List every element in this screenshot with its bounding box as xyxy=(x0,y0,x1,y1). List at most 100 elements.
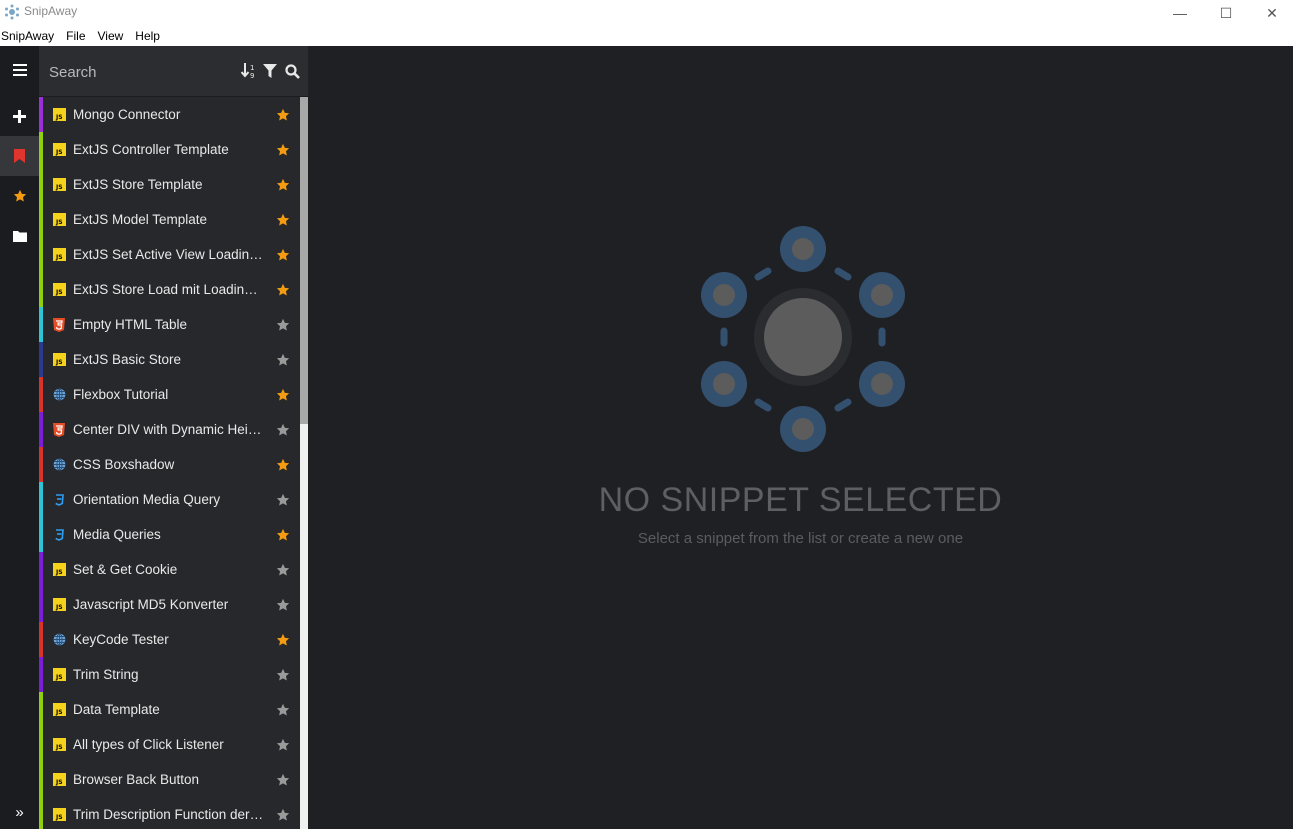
svg-text:JS: JS xyxy=(55,184,63,191)
menu-view[interactable]: View xyxy=(92,26,130,46)
favorite-star-icon[interactable] xyxy=(276,248,290,262)
snippet-list-item[interactable]: JS All types of Click Listener xyxy=(39,727,300,762)
menu-snipaway[interactable]: SnipAway xyxy=(0,26,60,46)
language-icon: JS xyxy=(52,703,66,717)
snippet-name: Browser Back Button xyxy=(73,772,200,787)
favorite-star-icon[interactable] xyxy=(276,283,290,297)
favorite-star-icon[interactable] xyxy=(276,598,290,612)
svg-text:JS: JS xyxy=(55,149,63,156)
snippet-name: All types of Click Listener xyxy=(73,737,224,752)
snippet-list-item[interactable]: JS ExtJS Set Active View Loading Mask xyxy=(39,237,300,272)
snippet-list: JS Mongo Connector JS ExtJS Controller Temp… xyxy=(39,97,300,829)
favorite-star-icon[interactable] xyxy=(276,353,290,367)
snippet-name: Empty HTML Table xyxy=(73,317,188,332)
snippet-list-item[interactable]: JS Data Template xyxy=(39,692,300,727)
filter-icon xyxy=(263,64,277,78)
favorite-star-icon[interactable] xyxy=(276,668,290,682)
all-snippets-button[interactable] xyxy=(0,136,39,176)
css3-icon xyxy=(55,528,64,541)
add-snippet-button[interactable] xyxy=(0,96,39,136)
globe-icon xyxy=(53,388,65,401)
globe-icon xyxy=(53,633,65,646)
search-button[interactable] xyxy=(284,63,300,79)
menu-help[interactable]: Help xyxy=(129,26,166,46)
empty-state-subtitle: Select a snippet from the list or create… xyxy=(637,530,964,547)
favorite-star-icon[interactable] xyxy=(276,423,290,437)
search-input[interactable] xyxy=(39,54,229,90)
snippet-list-item[interactable]: JS Set & Get Cookie xyxy=(39,552,300,587)
favorite-star-icon[interactable] xyxy=(276,143,290,157)
snippet-list-scrollbar[interactable] xyxy=(300,97,308,829)
maximize-button[interactable]: ☐ xyxy=(1203,0,1249,26)
html5-icon xyxy=(53,317,65,332)
snippet-list-item[interactable]: JS Trim String xyxy=(39,657,300,692)
folders-button[interactable] xyxy=(0,216,39,256)
favorite-star-icon[interactable] xyxy=(276,633,290,647)
language-icon: JS xyxy=(52,213,66,227)
favorite-star-icon[interactable] xyxy=(276,563,290,577)
snippet-name: CSS Boxshadow xyxy=(73,457,175,472)
favorite-star-icon[interactable] xyxy=(276,493,290,507)
snippet-list-item[interactable]: JS ExtJS Controller Template xyxy=(39,132,300,167)
favorite-star-icon[interactable] xyxy=(276,178,290,192)
favorite-star-icon[interactable] xyxy=(276,108,290,122)
snippet-list-item[interactable]: Flexbox Tutorial xyxy=(39,377,300,412)
favorite-star-icon[interactable] xyxy=(276,773,290,787)
favorite-star-icon[interactable] xyxy=(276,318,290,332)
minimize-icon: — xyxy=(1173,5,1187,21)
favorite-star-icon[interactable] xyxy=(276,458,290,472)
snippet-list-item[interactable]: JS ExtJS Store Load mit Loading Mask xyxy=(39,272,300,307)
favorite-star-icon[interactable] xyxy=(276,213,290,227)
snippet-list-item[interactable]: JS Trim Description Function der Cards xyxy=(39,797,300,829)
svg-text:JS: JS xyxy=(55,779,63,786)
globe-icon xyxy=(53,458,65,471)
javascript-icon: JS xyxy=(52,143,66,156)
minimize-button[interactable]: — xyxy=(1157,0,1203,26)
add-icon xyxy=(13,109,26,123)
snippet-list-item[interactable]: CSS Boxshadow xyxy=(39,447,300,482)
favorites-button[interactable] xyxy=(0,176,39,216)
folder-icon xyxy=(12,231,27,242)
favorite-star-icon[interactable] xyxy=(276,738,290,752)
snippet-list-item[interactable]: Center DIV with Dynamic Height xyxy=(39,412,300,447)
javascript-icon: JS xyxy=(52,703,66,716)
search-bar: 1 9 xyxy=(39,46,308,97)
favorite-star-icon[interactable] xyxy=(276,703,290,717)
snippet-list-item[interactable]: Empty HTML Table xyxy=(39,307,300,342)
language-icon: JS xyxy=(52,563,66,577)
svg-text:JS: JS xyxy=(55,744,63,751)
snippet-list-item[interactable]: JS Javascript MD5 Konverter xyxy=(39,587,300,622)
sort-button[interactable]: 1 9 xyxy=(240,63,256,79)
snippet-name: Mongo Connector xyxy=(73,107,181,122)
favorite-star-icon[interactable] xyxy=(276,808,290,822)
snippet-list-item[interactable]: JS Mongo Connector xyxy=(39,97,300,132)
snippet-list-item[interactable]: Orientation Media Query xyxy=(39,482,300,517)
menu-file[interactable]: File xyxy=(60,26,91,46)
window-title: SnipAway xyxy=(24,4,78,18)
language-icon: JS xyxy=(52,598,66,612)
snippet-list-item[interactable]: KeyCode Tester xyxy=(39,622,300,657)
language-icon: JS xyxy=(52,808,66,822)
svg-text:JS: JS xyxy=(55,814,63,821)
svg-text:JS: JS xyxy=(55,254,63,261)
snippet-list-item[interactable]: Media Queries xyxy=(39,517,300,552)
hamburger-menu-button[interactable] xyxy=(0,50,39,90)
javascript-icon: JS xyxy=(52,108,66,121)
favorite-star-icon[interactable] xyxy=(276,528,290,542)
snippet-list-item[interactable]: JS ExtJS Model Template xyxy=(39,202,300,237)
favorite-star-icon[interactable] xyxy=(276,388,290,402)
snippet-list-item[interactable]: JS ExtJS Basic Store xyxy=(39,342,300,377)
filter-button[interactable] xyxy=(262,63,278,79)
snippet-list-item[interactable]: JS Browser Back Button xyxy=(39,762,300,797)
snippet-list-item[interactable]: JS ExtJS Store Template xyxy=(39,167,300,202)
language-icon xyxy=(52,317,66,332)
close-button[interactable]: ✕ xyxy=(1249,0,1293,26)
javascript-icon: JS xyxy=(52,668,66,681)
app-logo-icon xyxy=(5,4,19,20)
expand-sidebar-button[interactable]: » xyxy=(0,792,39,829)
double-chevron-right-icon: » xyxy=(15,803,24,821)
language-icon xyxy=(52,422,66,437)
scrollbar-thumb[interactable] xyxy=(300,97,308,424)
snippet-name: Media Queries xyxy=(73,527,161,542)
language-icon: JS xyxy=(52,353,66,367)
